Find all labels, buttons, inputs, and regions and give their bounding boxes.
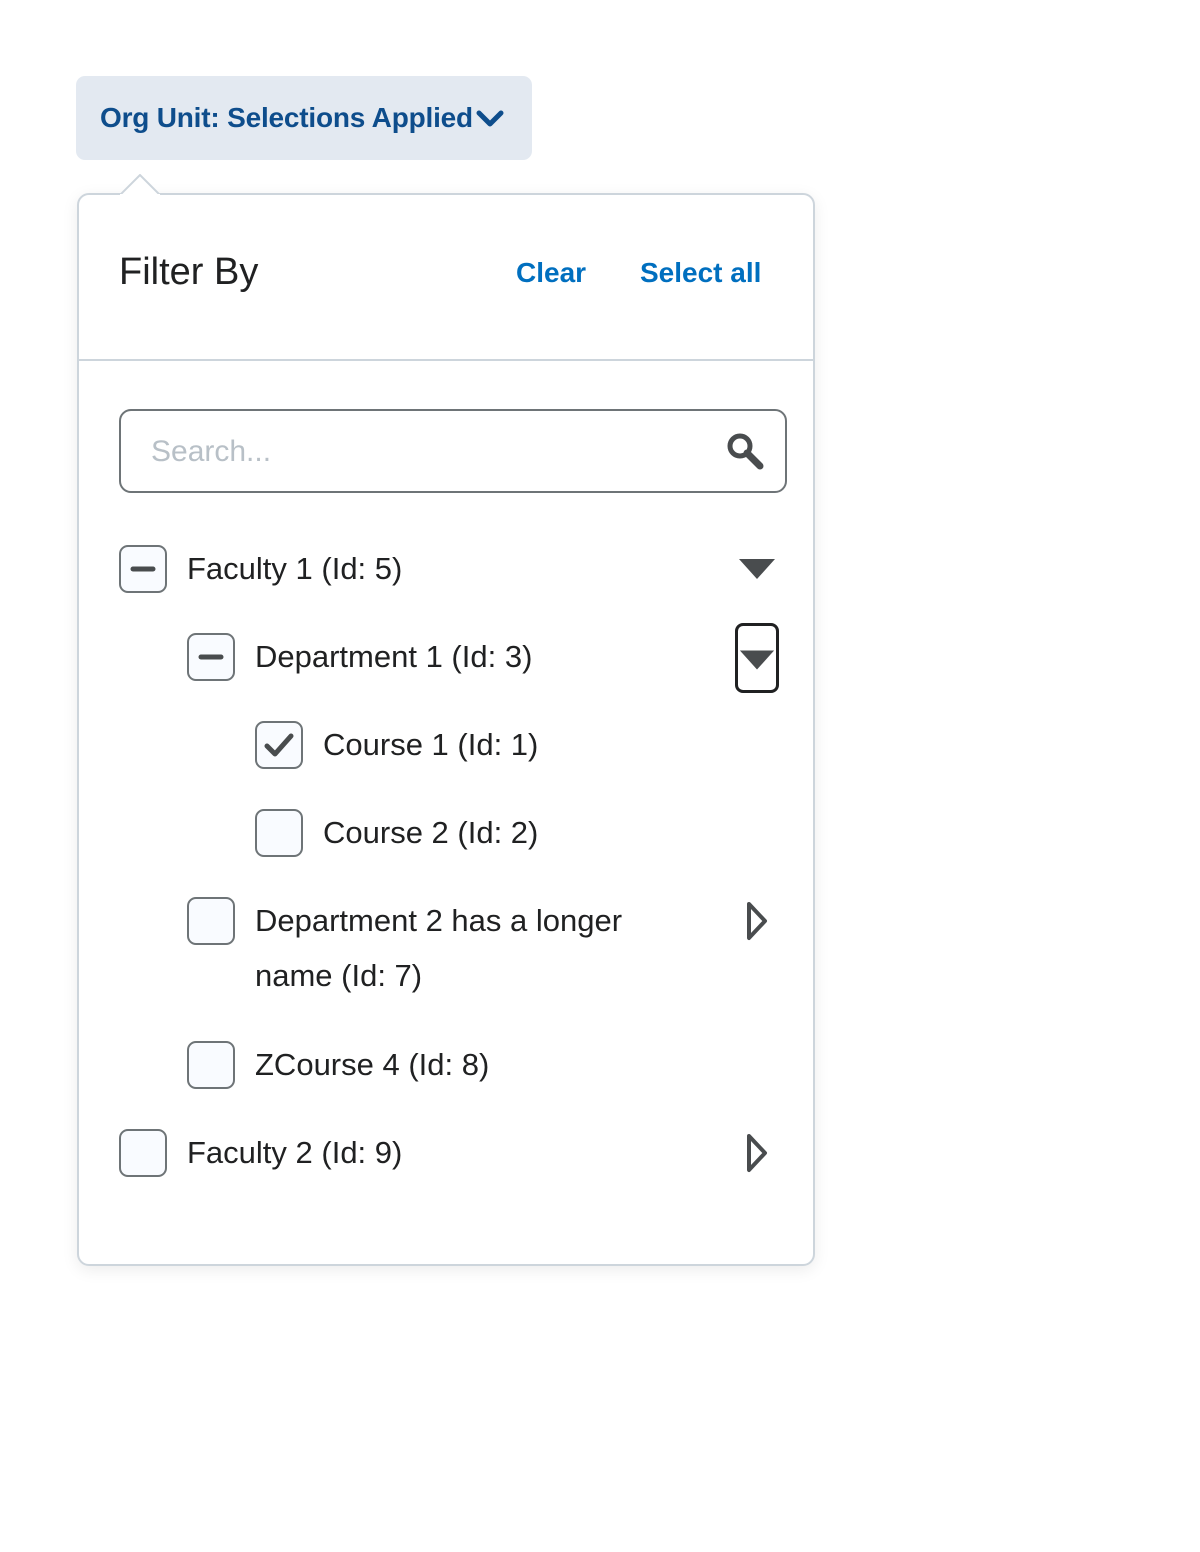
tree-node-course-2: Course 2 (Id: 2) — [255, 809, 779, 857]
tree-node-label: Faculty 1 (Id: 5) — [187, 551, 403, 586]
filter-dropdown-panel: Filter By Clear Select all Faculty 1 (Id… — [77, 193, 815, 1266]
expand-toggle[interactable] — [735, 1117, 779, 1187]
caret-down-icon — [739, 650, 775, 670]
expand-toggle[interactable] — [735, 623, 779, 693]
checkbox-unchecked[interactable] — [119, 1129, 167, 1177]
tree-node-label: ZCourse 4 (Id: 8) — [255, 1047, 490, 1082]
tree-node-label: Course 1 (Id: 1) — [323, 727, 539, 762]
tree-node-faculty-2: Faculty 2 (Id: 9) — [119, 1129, 779, 1177]
tree-node-faculty-1: Faculty 1 (Id: 5) — [119, 545, 779, 593]
dropdown-pointer — [120, 174, 160, 196]
search-box — [119, 409, 787, 493]
tree-node-label: Department 1 (Id: 3) — [255, 639, 533, 674]
header-divider — [79, 359, 813, 361]
caret-down-icon — [739, 559, 775, 579]
checkbox-unchecked[interactable] — [187, 897, 235, 945]
tree-node-department-1: Department 1 (Id: 3) — [187, 623, 779, 693]
tree-node-label: Department 2 has a longer name (Id: 7) — [255, 903, 623, 993]
caret-right-icon — [747, 1134, 767, 1172]
expand-toggle[interactable] — [735, 533, 779, 603]
checkmark-icon — [264, 733, 294, 757]
chevron-down-icon — [476, 110, 504, 127]
checkbox-unchecked[interactable] — [187, 1041, 235, 1089]
filter-button-label: Org Unit: Selections Applied — [100, 102, 473, 133]
clear-button[interactable]: Clear — [516, 257, 586, 289]
checkbox-checked[interactable] — [255, 721, 303, 769]
checkbox-indeterminate[interactable] — [119, 545, 167, 593]
tree-node-label: Faculty 2 (Id: 9) — [187, 1135, 403, 1170]
search-input[interactable] — [123, 413, 723, 491]
search-icon[interactable] — [725, 431, 765, 471]
expand-toggle[interactable] — [735, 885, 779, 955]
panel-title: Filter By — [119, 251, 259, 293]
minus-icon — [130, 566, 156, 572]
org-unit-filter-button[interactable]: Org Unit: Selections Applied — [76, 76, 532, 160]
tree-node-zcourse-4: ZCourse 4 (Id: 8) — [187, 1041, 779, 1089]
tree-node-department-2: Department 2 has a longer name (Id: 7) — [187, 897, 779, 1007]
tree-node-label: Course 2 (Id: 2) — [323, 815, 539, 850]
select-all-button[interactable]: Select all — [640, 257, 761, 289]
checkbox-indeterminate[interactable] — [187, 633, 235, 681]
caret-right-icon — [747, 902, 767, 940]
checkbox-unchecked[interactable] — [255, 809, 303, 857]
minus-icon — [198, 654, 224, 660]
tree-node-course-1: Course 1 (Id: 1) — [255, 721, 779, 769]
